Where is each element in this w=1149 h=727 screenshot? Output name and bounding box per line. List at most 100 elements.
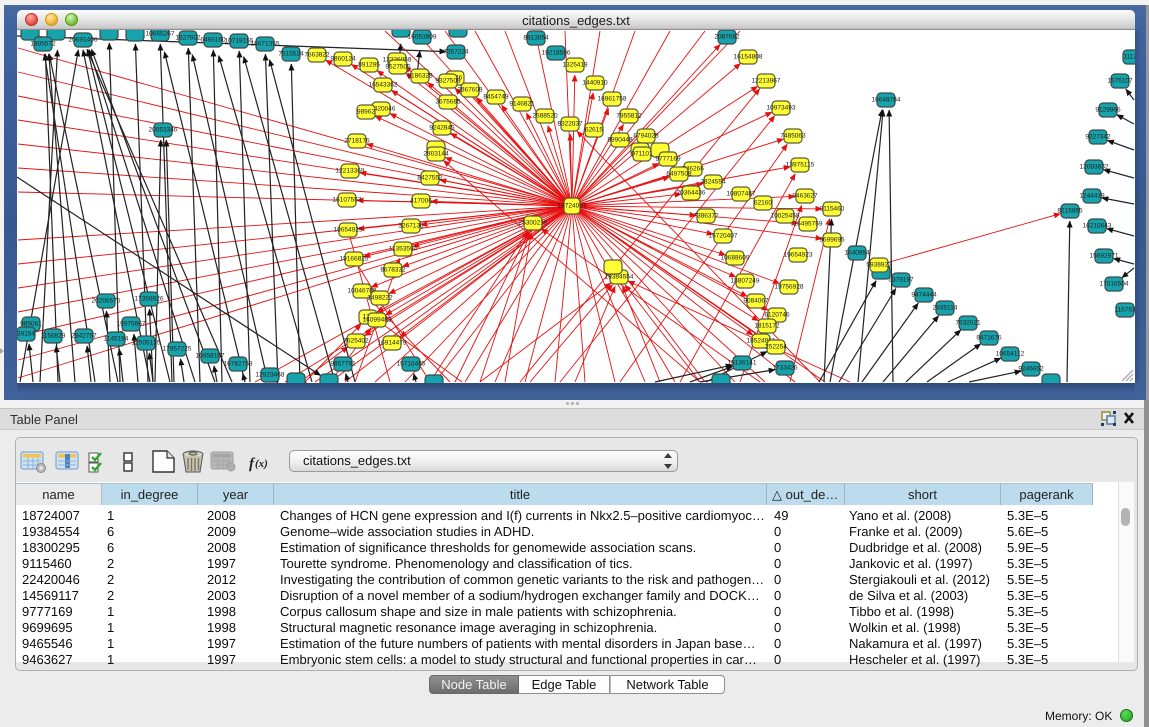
svg-text:8990448: 8990448	[607, 137, 633, 144]
svg-text:15720407: 15720407	[709, 233, 738, 240]
svg-text:62615: 62615	[585, 127, 603, 134]
svg-text:16107553: 16107553	[333, 197, 362, 204]
svg-text:12093832: 12093832	[1080, 164, 1109, 171]
svg-text:9463627: 9463627	[792, 193, 818, 200]
svg-text:891295: 891295	[358, 62, 380, 69]
svg-text:2803144: 2803144	[423, 151, 449, 158]
svg-text:1640954: 1640954	[844, 250, 870, 257]
svg-text:2942757: 2942757	[71, 333, 97, 340]
svg-text:14099489: 14099489	[363, 317, 392, 324]
svg-text:2718176: 2718176	[344, 138, 370, 145]
svg-text:6379197: 6379197	[888, 277, 914, 284]
svg-text:971101: 971101	[631, 151, 653, 158]
svg-text:9115460: 9115460	[820, 206, 845, 213]
svg-text:7632621: 7632621	[955, 320, 981, 327]
svg-text:7955812: 7955812	[616, 113, 642, 120]
svg-text:19654925: 19654925	[334, 227, 363, 234]
svg-text:15692971: 15692971	[1090, 253, 1119, 260]
svg-text:1527602: 1527602	[175, 35, 201, 42]
svg-text:19975867: 19975867	[117, 321, 146, 328]
svg-text:16961758: 16961758	[598, 96, 627, 103]
svg-text:9777169: 9777169	[655, 156, 681, 163]
svg-text:8454749: 8454749	[483, 94, 509, 101]
svg-text:2087682: 2087682	[714, 34, 740, 41]
svg-text:17359926: 17359926	[135, 296, 164, 303]
svg-text:9699695: 9699695	[819, 237, 845, 244]
svg-text:3824554: 3824554	[700, 179, 726, 186]
svg-text:9084067: 9084067	[743, 298, 769, 305]
svg-text:7515524: 7515524	[278, 51, 304, 58]
svg-text:7485063: 7485063	[780, 133, 806, 140]
svg-text:12213967: 12213967	[752, 78, 781, 85]
svg-text:12505135: 12505135	[132, 340, 161, 347]
svg-text:13975115: 13975115	[786, 162, 815, 169]
svg-text:2935114: 2935114	[933, 305, 958, 312]
svg-text:1815172: 1815172	[754, 323, 780, 330]
svg-text:7663822: 7663822	[304, 52, 330, 59]
svg-text:19166825: 19166825	[340, 256, 369, 263]
svg-text:62160: 62160	[754, 200, 772, 207]
svg-text:15716485: 15716485	[397, 361, 426, 368]
svg-text:20206575: 20206575	[92, 298, 121, 305]
svg-text:417006: 417006	[410, 198, 432, 205]
svg-text:8186328: 8186328	[407, 73, 433, 80]
svg-text:9527505: 9527505	[385, 64, 411, 71]
svg-text:16648784: 16648784	[872, 97, 901, 104]
svg-text:1905572: 1905572	[30, 41, 56, 48]
svg-text:16782759: 16782759	[224, 361, 253, 368]
svg-text:16154808: 16154808	[734, 54, 763, 61]
svg-text:5938923: 5938923	[866, 262, 892, 269]
svg-text:8322037: 8322037	[557, 121, 583, 128]
svg-text:8471676: 8471676	[976, 335, 1002, 342]
svg-text:2867608: 2867608	[457, 87, 483, 94]
svg-text:20691406: 20691406	[69, 37, 98, 44]
svg-text:16053809: 16053809	[408, 34, 437, 41]
svg-text:10654112: 10654112	[996, 351, 1025, 358]
svg-text:98962: 98962	[357, 109, 375, 116]
svg-text:8813054: 8813054	[523, 35, 549, 42]
svg-text:9245652: 9245652	[1018, 366, 1044, 373]
svg-text:6120746: 6120746	[764, 312, 790, 319]
svg-text:252254: 252254	[765, 344, 787, 351]
svg-text:1498222: 1498222	[367, 295, 393, 302]
svg-text:17957225: 17957225	[163, 346, 192, 353]
svg-text:11353594: 11353594	[389, 246, 418, 253]
svg-text:18724007: 18724007	[558, 203, 587, 210]
svg-text:16210643: 16210643	[1083, 223, 1112, 230]
svg-text:1440910: 1440910	[582, 80, 608, 87]
svg-text:2588520: 2588520	[532, 113, 558, 120]
svg-text:9146821: 9146821	[509, 101, 535, 108]
svg-text:10688609: 10688609	[721, 255, 750, 262]
svg-text:16543362: 16543362	[369, 82, 398, 89]
svg-text:1244419: 1244419	[1079, 193, 1105, 200]
svg-text:19218506: 19218506	[542, 50, 571, 57]
svg-text:7625402: 7625402	[343, 338, 369, 345]
svg-text:7357224: 7357224	[443, 49, 469, 56]
svg-text:9857791: 9857791	[330, 361, 356, 368]
svg-text:17016504: 17016504	[1100, 281, 1129, 288]
svg-text:20364436: 20364436	[677, 190, 706, 197]
svg-text:20053346: 20053346	[149, 127, 178, 134]
svg-text:6466160: 6466160	[200, 37, 226, 44]
svg-text:9474444: 9474444	[911, 292, 937, 299]
svg-text:16671355: 16671355	[251, 41, 280, 48]
svg-text:1733426: 1733426	[772, 365, 798, 372]
svg-text:6794028: 6794028	[633, 133, 659, 140]
svg-text:9227342: 9227342	[1085, 134, 1111, 141]
svg-text:1156829: 1156829	[41, 333, 66, 340]
svg-text:9860124: 9860124	[330, 56, 356, 63]
svg-text:8427552: 8427552	[417, 175, 443, 182]
svg-text:10807487: 10807487	[727, 191, 756, 198]
svg-text:15136141: 15136141	[728, 360, 757, 367]
svg-text:16914479: 16914479	[378, 340, 407, 347]
svg-text:1325419: 1325419	[562, 62, 588, 69]
svg-text:9242845: 9242845	[429, 125, 455, 132]
svg-text:8678332: 8678332	[380, 267, 406, 274]
svg-text:18807249: 18807249	[731, 278, 760, 285]
svg-text:10025458: 10025458	[771, 213, 800, 220]
svg-text:6497508: 6497508	[666, 171, 692, 178]
svg-text:9327508: 9327508	[435, 78, 461, 85]
svg-text:10973493: 10973493	[767, 105, 796, 112]
svg-text:10719155: 10719155	[225, 38, 254, 45]
svg-text:19654923: 19654923	[784, 252, 813, 259]
